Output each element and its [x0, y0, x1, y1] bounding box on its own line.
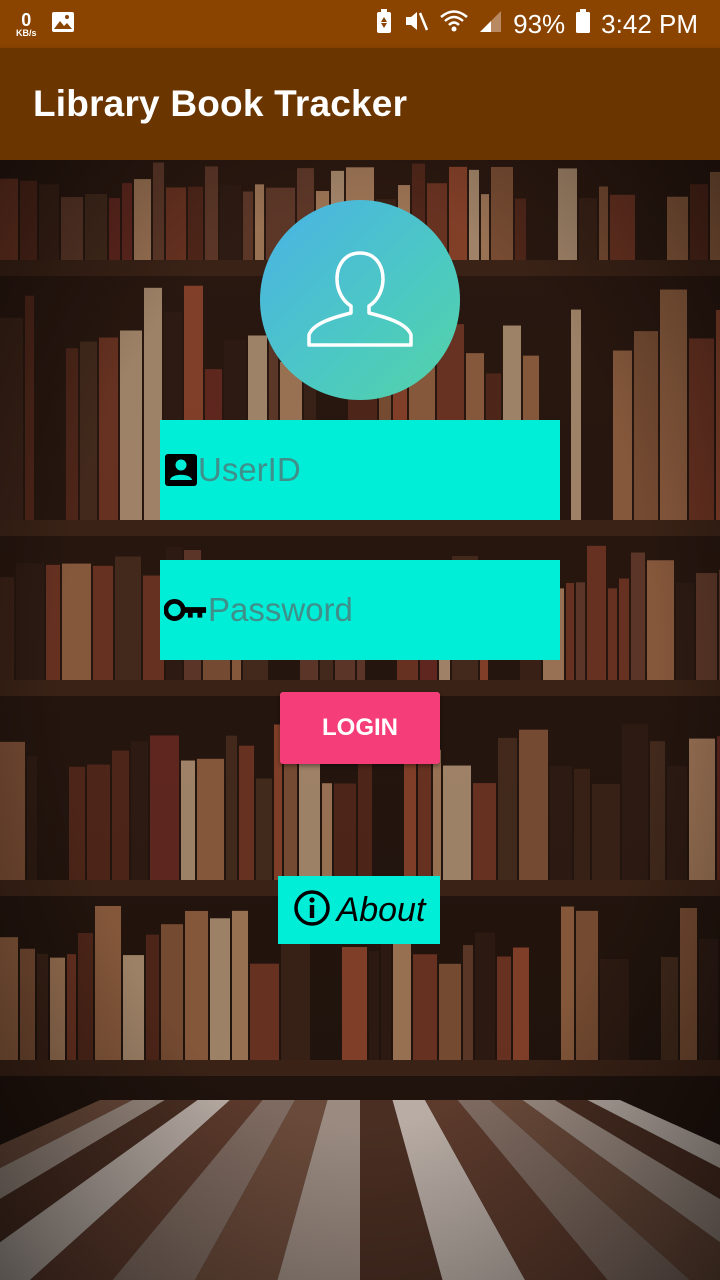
battery-saver-icon — [375, 8, 393, 41]
app-title: Library Book Tracker — [33, 83, 408, 124]
badge-icon — [160, 453, 198, 487]
status-bar: 0 KB/s 93% 3:42 PM — [0, 0, 720, 48]
network-speed-unit: KB/s — [16, 27, 37, 38]
key-icon — [160, 596, 208, 624]
battery-percent: 93% — [513, 8, 566, 39]
wifi-icon — [439, 8, 469, 41]
user-avatar-icon — [307, 251, 413, 347]
user-avatar — [260, 200, 460, 400]
mute-icon — [403, 8, 429, 41]
app-bar: Library Book Tracker — [0, 48, 720, 160]
battery-icon — [575, 8, 591, 41]
status-left: 0 KB/s — [16, 11, 75, 38]
userid-field[interactable] — [160, 420, 623, 520]
about-label: About — [336, 890, 426, 929]
signal-icon — [479, 8, 503, 41]
network-speed-value: 0 — [21, 9, 32, 30]
clock: 3:42 PM — [601, 8, 698, 39]
password-input[interactable] — [208, 560, 633, 660]
password-field[interactable] — [160, 560, 633, 660]
network-speed: 0 KB/s — [16, 11, 37, 38]
status-right: 93% 3:42 PM — [375, 8, 698, 41]
login-button[interactable]: LOGIN — [280, 692, 440, 764]
about-button[interactable]: About — [278, 876, 440, 944]
gallery-icon — [51, 11, 75, 38]
info-icon — [293, 889, 331, 932]
userid-input[interactable] — [198, 420, 623, 520]
